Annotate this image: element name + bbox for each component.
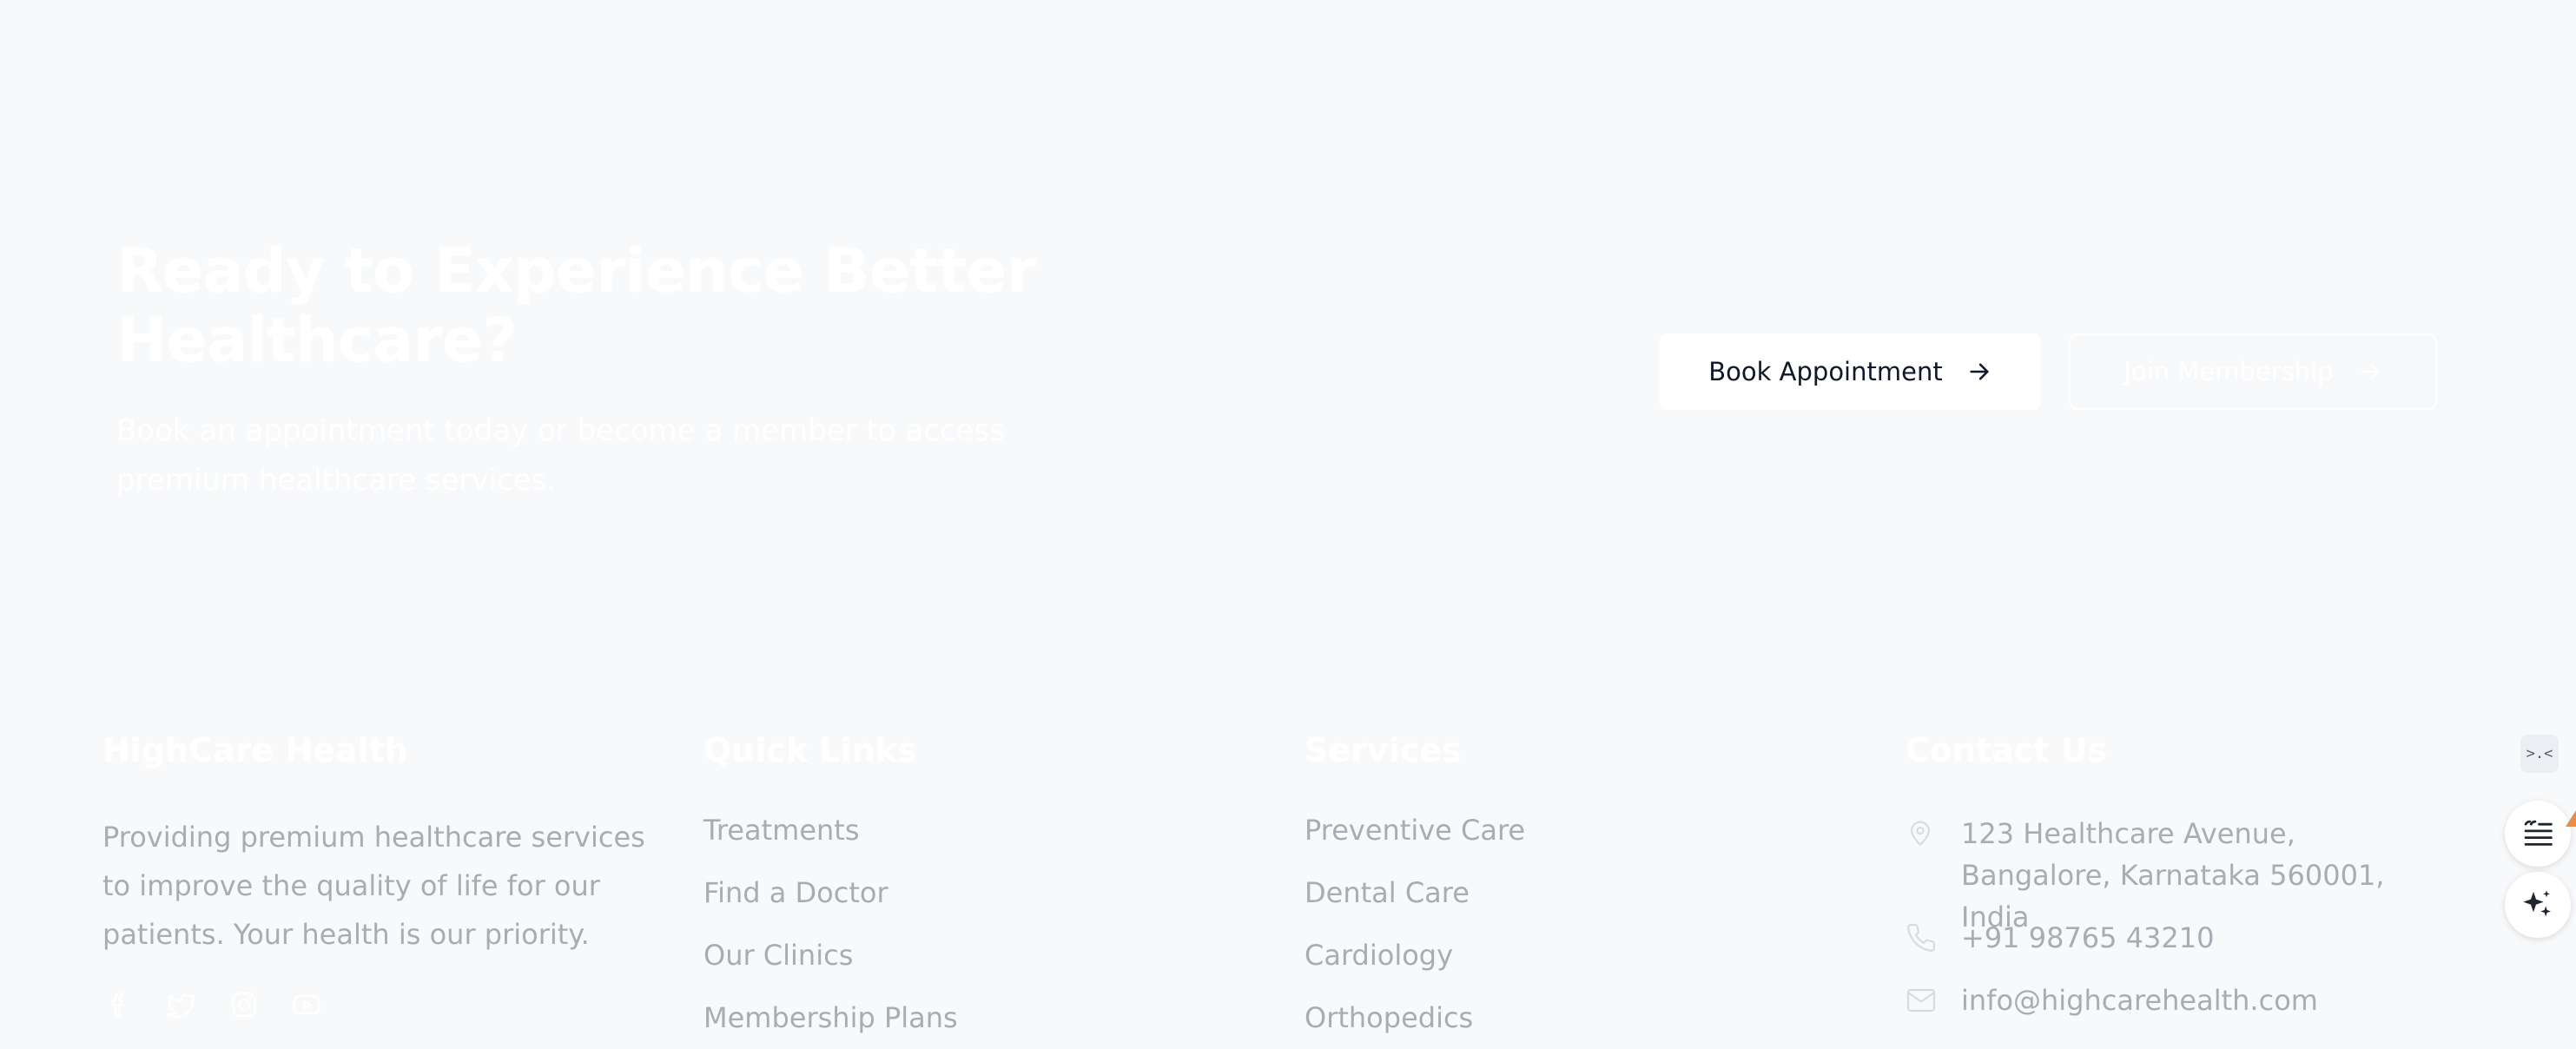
quick-links-list: Treatments Find a Doctor Our Clinics Mem… [703,813,1242,1049]
instagram-icon[interactable] [228,988,261,1021]
contact-title: Contact Us [1906,731,2108,769]
contact-address: 123 Healthcare Avenue, Bangalore, Karnat… [1906,813,2496,934]
footer-link[interactable]: Find a Doctor [703,875,1242,938]
phone-icon [1906,917,1940,959]
book-appointment-label: Book Appointment [1708,357,1943,386]
site-footer: HighCare Health Providing premium health… [0,660,2576,1049]
footer-brand-column: HighCare Health Providing premium health… [102,729,658,1021]
cta-subtitle: Book an appointment today or become a me… [116,413,1005,498]
footer-link[interactable]: Cardiology [1305,938,1843,1000]
join-membership-label: Join Membership [2124,357,2334,386]
code-icon-glyph: >.< [2526,745,2553,762]
contact-list: 123 Healthcare Avenue, Bangalore, Karnat… [1906,813,2496,1021]
footer-link[interactable]: Treatments [703,813,1242,875]
footer-link[interactable]: Preventive Care [1305,813,1843,875]
services-list: Preventive Care Dental Care Cardiology O… [1305,813,1843,1049]
footer-services-column: Services Preventive Care Dental Care Car… [1305,729,1843,1049]
twitter-icon[interactable] [165,988,198,1021]
page: Ready to Experience Better Healthcare? B… [0,0,2576,1049]
contact-email[interactable]: info@highcarehealth.com [1906,980,2496,1021]
brand-description: Providing premium healthcare services to… [102,821,645,951]
book-appointment-button[interactable]: Book Appointment [1659,333,2041,410]
code-icon[interactable]: >.< [2520,735,2559,773]
cta-title: Ready to Experience Better Healthcare? [116,235,1036,376]
social-links [102,988,658,1021]
contact-phone[interactable]: +91 98765 43210 [1906,917,2496,980]
quick-links-title: Quick Links [703,731,917,769]
floating-tools: >.< [2501,728,2576,938]
join-membership-button[interactable]: Join Membership [2069,333,2437,410]
brand-name: HighCare Health [102,731,408,769]
footer-link[interactable]: Our Clinics [703,938,1242,1000]
mail-icon [1906,980,1940,1021]
footer-link[interactable]: Dental Care [1305,875,1843,938]
footer-contact-column: Contact Us 123 Healthcare Avenue, Bangal… [1906,729,2496,1021]
sparkle-icon[interactable] [2505,872,2571,938]
facebook-icon[interactable] [102,988,135,1021]
phone-text: +91 98765 43210 [1961,921,2215,954]
email-text: info@highcarehealth.com [1961,984,2318,1017]
cta-section: Ready to Experience Better Healthcare? B… [0,0,2576,660]
services-title: Services [1305,731,1462,769]
youtube-icon[interactable] [290,988,323,1021]
notes-icon[interactable] [2505,801,2571,867]
footer-link[interactable]: Membership Plans [703,1000,1242,1049]
arrow-right-icon [2358,360,2382,384]
arrow-right-icon [1967,360,1991,384]
footer-quick-links-column: Quick Links Treatments Find a Doctor Our… [703,729,1242,1049]
map-pin-icon [1906,813,1940,854]
footer-link[interactable]: Orthopedics [1305,1000,1843,1049]
